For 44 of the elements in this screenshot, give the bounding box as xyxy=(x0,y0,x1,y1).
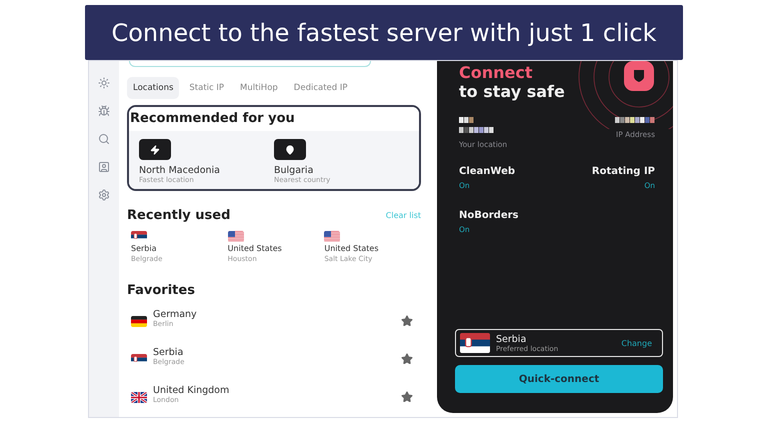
quick-connect-button[interactable]: Quick-connect xyxy=(455,365,663,393)
star-icon[interactable] xyxy=(401,353,413,365)
section-title: Favorites xyxy=(127,283,195,298)
section-title: Recently used xyxy=(127,208,230,223)
profile-icon[interactable] xyxy=(98,161,110,173)
location-name[interactable]: Serbia xyxy=(153,346,395,358)
star-icon[interactable] xyxy=(401,391,413,403)
lightning-icon[interactable] xyxy=(139,139,171,160)
flag-icon xyxy=(131,354,147,364)
tab[interactable]: Static IP xyxy=(183,77,230,99)
flag-icon xyxy=(228,231,244,242)
settings-icon[interactable] xyxy=(98,189,110,201)
location-name[interactable]: North Macedonia xyxy=(139,165,274,176)
tab[interactable]: Locations xyxy=(127,77,180,99)
feature-name: CleanWeb xyxy=(459,166,516,177)
star-icon[interactable] xyxy=(401,315,413,327)
flag-icon xyxy=(131,231,147,242)
search-field[interactable] xyxy=(129,61,371,67)
redacted-text-drawing xyxy=(459,127,494,133)
feature-name: NoBorders xyxy=(459,210,520,221)
pin-icon[interactable] xyxy=(274,139,306,160)
change-link[interactable]: Change xyxy=(621,338,652,348)
bug-icon[interactable] xyxy=(98,105,110,117)
flag-icon xyxy=(324,231,340,242)
location-name[interactable]: United Kingdom xyxy=(153,384,395,396)
caption-banner: Connect to the fastest server with just 1 click xyxy=(85,5,683,60)
location-name: Serbia xyxy=(496,334,528,344)
location-name[interactable]: United States xyxy=(324,244,422,253)
connect-heading: Connect xyxy=(459,63,534,82)
flag-icon xyxy=(131,392,147,402)
location-name[interactable]: Bulgaria xyxy=(274,165,409,176)
flag-icon xyxy=(460,333,490,353)
flag-icon xyxy=(131,316,147,326)
redacted-text-drawing xyxy=(459,117,474,123)
redacted-text-drawing xyxy=(615,117,655,123)
sun-icon[interactable] xyxy=(98,77,110,89)
location-name[interactable]: United States xyxy=(228,244,324,253)
location-name[interactable]: Serbia xyxy=(131,244,228,253)
search-icon[interactable] xyxy=(98,133,110,145)
tab[interactable]: MultiHop xyxy=(234,77,284,99)
tab[interactable]: Dedicated IP xyxy=(288,77,354,99)
connect-subheading: to stay safe xyxy=(459,82,566,101)
location-name[interactable]: Germany xyxy=(153,308,395,320)
feature-name: Rotating IP xyxy=(590,166,655,177)
